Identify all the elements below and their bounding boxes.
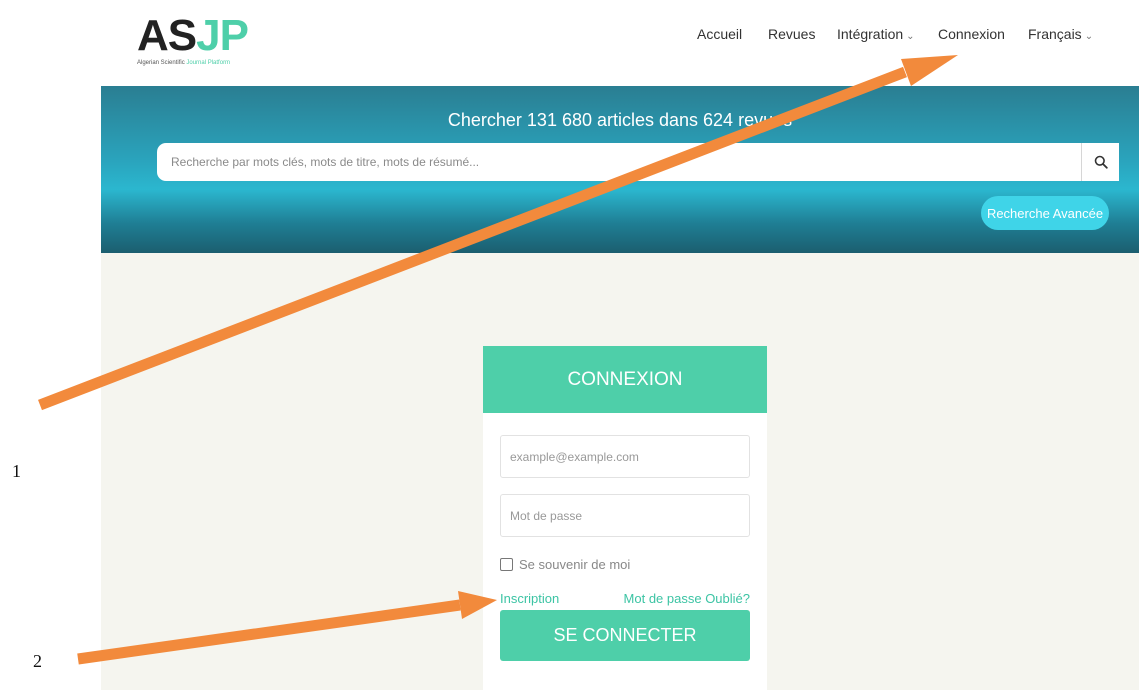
remember-checkbox[interactable] (500, 558, 513, 571)
login-title: CONNEXION (483, 346, 767, 413)
register-link[interactable]: Inscription (500, 591, 559, 606)
logo-subtitle-right: Journal Platform (186, 60, 231, 66)
search-input[interactable] (157, 143, 1079, 181)
chevron-down-icon: ⌄ (906, 31, 915, 42)
logo-as: AS (137, 11, 197, 60)
search-banner: Chercher 131 680 articles dans 624 revue… (101, 86, 1139, 253)
nav-item-language[interactable]: Français ⌄ (1028, 26, 1093, 42)
email-field[interactable] (500, 435, 750, 478)
logo-jp: JP (196, 11, 249, 60)
logo-wordmark: ASJP (137, 11, 249, 60)
nav-item-revues[interactable]: Revues (768, 26, 815, 42)
search-button[interactable] (1081, 143, 1119, 181)
nav-item-integration[interactable]: Intégration ⌄ (837, 26, 915, 42)
remember-me[interactable]: Se souvenir de moi (500, 557, 630, 572)
logo-subtitle-left: Algerian Scientific (137, 60, 185, 66)
nav-label: Revues (768, 26, 816, 42)
nav-label: Accueil (697, 26, 743, 42)
search-bar (157, 143, 1119, 181)
search-icon (1094, 155, 1108, 169)
logo-subtitle: Algerian Scientific Journal Platform (137, 60, 247, 66)
nav-item-accueil[interactable]: Accueil (697, 26, 742, 42)
login-button[interactable]: SE CONNECTER (500, 610, 750, 661)
asjp-logo[interactable]: ASJP Algerian Scientific Journal Platfor… (137, 11, 249, 70)
nav-label: Connexion (938, 26, 1005, 42)
banner-title: Chercher 131 680 articles dans 624 revue… (447, 110, 793, 130)
nav-label: Intégration (837, 26, 904, 42)
advanced-search-button[interactable]: Recherche Avancée (981, 196, 1109, 230)
remember-label: Se souvenir de moi (519, 557, 631, 572)
forgot-password-link[interactable]: Mot de passe Oublié? (624, 591, 750, 606)
password-field[interactable] (500, 494, 750, 537)
nav-item-connexion[interactable]: Connexion (938, 26, 1005, 42)
annotation-number-2: 2 (33, 651, 42, 671)
annotation-arrow-1-head (901, 55, 958, 86)
annotation-number-1: 1 (12, 461, 21, 481)
login-card: CONNEXION Se souvenir de moi Inscription… (483, 346, 767, 690)
nav-label: Français (1028, 26, 1082, 42)
chevron-down-icon: ⌄ (1084, 31, 1094, 42)
